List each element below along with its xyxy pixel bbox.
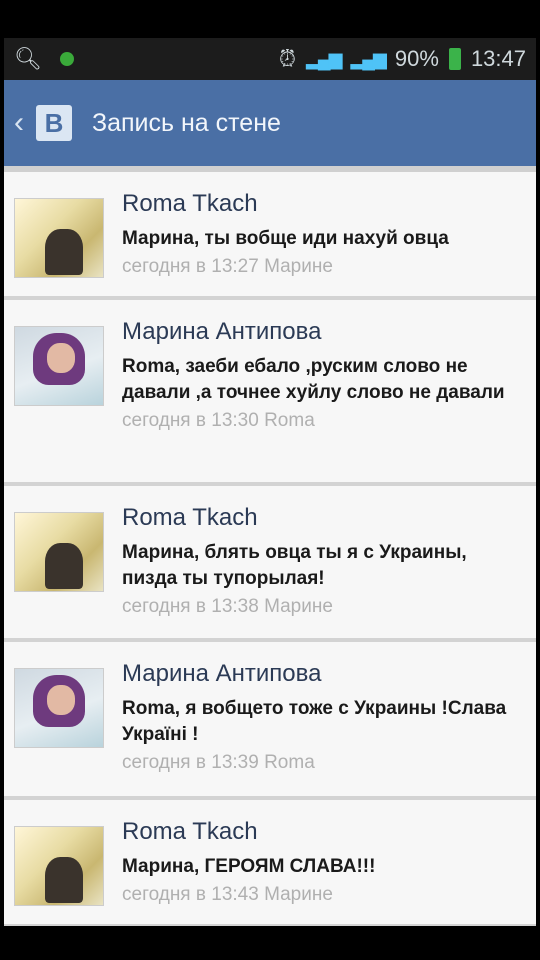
comment-author[interactable]: Roma Tkach (122, 190, 526, 218)
avatar[interactable] (14, 826, 104, 906)
battery-icon (448, 48, 461, 70)
back-icon[interactable]: ‹ (8, 106, 30, 140)
comment-text: Roma, я вобщето тоже с Украины !Слава Ук… (122, 698, 507, 745)
comment-text: Roma, заеби ебало ,руским слово не давал… (122, 356, 505, 403)
comment-item[interactable]: Марина Антипова Roma, я вобщето тоже с У… (4, 642, 536, 800)
comment-item[interactable]: Roma Tkach Марина, ГЕРОЯМ СЛАВА!!! сегод… (4, 800, 536, 928)
comment-item[interactable]: Roma Tkach Марина, ты вобще иди нахуй ов… (4, 172, 536, 300)
comment-author[interactable]: Roma Tkach (122, 504, 526, 532)
comment-meta: сегодня в 13:27 Марине (122, 256, 333, 277)
comment-text: Марина, ты вобще иди нахуй овца (122, 228, 449, 249)
comment-meta: сегодня в 13:38 Марине (122, 596, 333, 617)
comment-item[interactable]: Марина Антипова Roma, заеби ебало ,руски… (4, 300, 536, 486)
comment-list: Roma Tkach Марина, ты вобще иди нахуй ов… (4, 172, 536, 928)
comment-meta: сегодня в 13:43 Марине (122, 884, 333, 905)
clock: 13:47 (470, 46, 526, 71)
app-header: ‹ B Запись на стене (4, 80, 536, 166)
avatar[interactable] (14, 668, 104, 748)
avatar[interactable] (14, 326, 104, 406)
vk-logo[interactable]: B (36, 105, 72, 141)
page-title: Запись на стене (92, 108, 281, 137)
comment-author[interactable]: Марина Антипова (122, 318, 526, 346)
comment-meta: сегодня в 13:30 Roma (122, 410, 315, 431)
comment-item[interactable]: Roma Tkach Марина, блять овца ты я с Укр… (4, 486, 536, 642)
avatar[interactable] (14, 198, 104, 278)
status-bar: 🔍︎ ⏰︎ ▂▄▆ ▂▄▆ 90% 13:47 (4, 38, 536, 80)
top-bezel (4, 0, 536, 38)
comment-author[interactable]: Марина Антипова (122, 660, 526, 688)
comment-author[interactable]: Roma Tkach (122, 818, 526, 846)
app-notification-icon (59, 52, 74, 66)
bottom-bezel (4, 926, 536, 960)
comment-meta: сегодня в 13:39 Roma (122, 752, 315, 773)
search-icon: 🔍︎ (14, 46, 42, 71)
comment-text: Марина, ГЕРОЯМ СЛАВА!!! (122, 856, 376, 877)
signal-icon-1: ▂▄▆ (305, 48, 342, 69)
alarm-icon: ⏰︎ (278, 46, 296, 71)
battery-percent: 90% (394, 46, 439, 71)
avatar[interactable] (14, 512, 104, 592)
signal-icon-2: ▂▄▆ (350, 48, 386, 69)
comment-text: Марина, блять овца ты я с Украины, пизда… (122, 542, 467, 589)
phone-screen: 🔍︎ ⏰︎ ▂▄▆ ▂▄▆ 90% 13:47 ‹ B Запись на ст… (4, 0, 536, 960)
